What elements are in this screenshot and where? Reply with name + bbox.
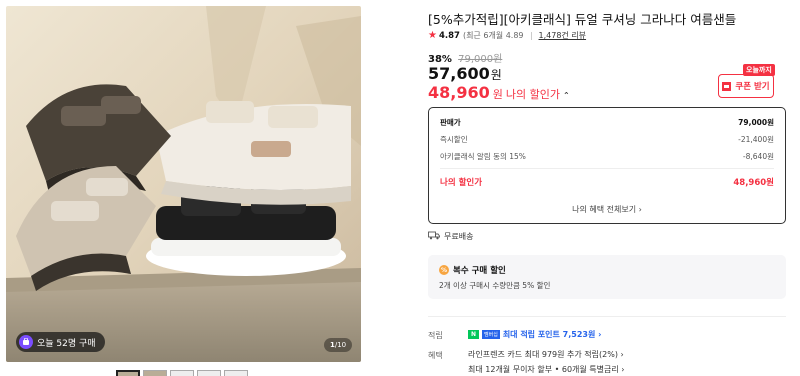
- thumbnail-strip: [116, 370, 248, 376]
- divider: [530, 31, 532, 40]
- price-breakdown-box: 판매가 79,000원 즉시할인 -21,400원 아키클래식 알림 동의 15…: [428, 107, 786, 224]
- today-purchase-badge: 오늘 52명 구매: [16, 332, 105, 352]
- purchase-icon: [19, 335, 33, 349]
- max-points-text: 최대 적립 포인트 7,523원 ›: [502, 330, 602, 339]
- price-row-total: 나의 할인가 48,960원: [440, 176, 774, 188]
- thumbnail[interactable]: [143, 370, 167, 376]
- today-purchase-text: 오늘 52명 구매: [37, 338, 96, 349]
- percent-icon: %: [439, 265, 449, 275]
- rating-score: 4.87: [438, 30, 460, 41]
- price-row-value: 79,000원: [738, 118, 774, 127]
- image-counter-total: /10: [334, 341, 347, 349]
- benefit-item[interactable]: 최대 12개월 무이자 할부 • 60개월 특별금리 ›: [468, 364, 624, 375]
- multi-buy-desc: 2개 이상 구매시 수량만큼 5% 할인: [439, 281, 551, 290]
- points-label: 적립: [428, 331, 443, 340]
- get-coupon-label: 쿠폰 받기: [735, 82, 770, 92]
- my-price-value: 48,960: [428, 83, 490, 102]
- price-row-label: 즉시할인: [440, 135, 468, 144]
- star-icon: ★: [428, 30, 437, 41]
- view-all-benefits-link[interactable]: 나의 혜택 전체보기 ›: [429, 204, 785, 215]
- price-row: 즉시할인 -21,400원: [440, 134, 774, 145]
- thumbnail[interactable]: [224, 370, 248, 376]
- coupon-today-tag: 오늘까지: [743, 64, 775, 76]
- benefit-item[interactable]: 라인프렌즈 카드 최대 979원 추가 적립(2%) ›: [468, 349, 624, 360]
- product-image-gallery[interactable]: 오늘 52명 구매 1/10: [6, 6, 361, 362]
- get-coupon-button[interactable]: 쿠폰 받기: [718, 74, 774, 98]
- shipping-label: 무료배송: [444, 232, 474, 241]
- price-row-value: 48,960원: [733, 178, 774, 188]
- multi-buy-title: % 복수 구매 할인: [439, 264, 506, 276]
- product-photo: [6, 6, 361, 362]
- sale-price-value: 57,600: [428, 64, 490, 83]
- my-price-label: 나의 할인가: [505, 88, 560, 101]
- thumbnail[interactable]: [197, 370, 221, 376]
- sale-price: 57,600원: [428, 64, 502, 83]
- price-row: 아키클래식 알림 동의 15% -8,640원: [440, 151, 774, 162]
- thumbnail[interactable]: [116, 370, 140, 376]
- coupon-icon: [722, 81, 732, 91]
- image-counter: 1/10: [324, 338, 353, 352]
- price-row-label: 판매가: [440, 118, 461, 127]
- multi-buy-title-text: 복수 구매 할인: [453, 266, 506, 276]
- product-title: [5%추가적립][아키클래식] 듀얼 쿠셔닝 그라나다 여름샌들: [428, 12, 737, 27]
- review-count-link[interactable]: 1,478건 리뷰: [539, 30, 587, 41]
- divider: [428, 316, 786, 317]
- currency-unit: 원: [490, 68, 502, 82]
- currency-unit: 원: [492, 88, 503, 101]
- rating-row: ★ 4.87 (최근 6개월 4.89 1,478건 리뷰: [428, 30, 586, 41]
- price-row: 판매가 79,000원: [440, 117, 774, 128]
- rating-detail: (최근 6개월 4.89: [462, 31, 524, 40]
- truck-icon: [428, 231, 440, 242]
- multi-buy-discount-box: % 복수 구매 할인 2개 이상 구매시 수량만큼 5% 할인: [428, 255, 786, 299]
- price-row-value: -21,400원: [738, 135, 774, 144]
- npay-icon: N: [468, 330, 479, 339]
- membership-badge: 멤버십: [482, 330, 500, 339]
- my-discount-price[interactable]: 48,960 원 나의 할인가 ⌃: [428, 83, 570, 102]
- price-row-value: -8,640원: [742, 152, 774, 161]
- shipping-info: 무료배송: [428, 231, 473, 242]
- price-row-label: 나의 할인가: [440, 178, 483, 188]
- discount-row: 38% 79,000원: [428, 50, 502, 65]
- product-page: 오늘 52명 구매 1/10 [5%추가적립][아키클래식] 듀얼 쿠셔닝 그라…: [0, 0, 800, 376]
- chevron-up-icon: ⌃: [562, 91, 570, 100]
- benefits-label: 혜택: [428, 351, 443, 360]
- points-info[interactable]: N 멤버십 최대 적립 포인트 7,523원 ›: [468, 329, 601, 340]
- divider: [440, 168, 774, 169]
- thumbnail[interactable]: [170, 370, 194, 376]
- price-row-label: 아키클래식 알림 동의 15%: [440, 152, 526, 161]
